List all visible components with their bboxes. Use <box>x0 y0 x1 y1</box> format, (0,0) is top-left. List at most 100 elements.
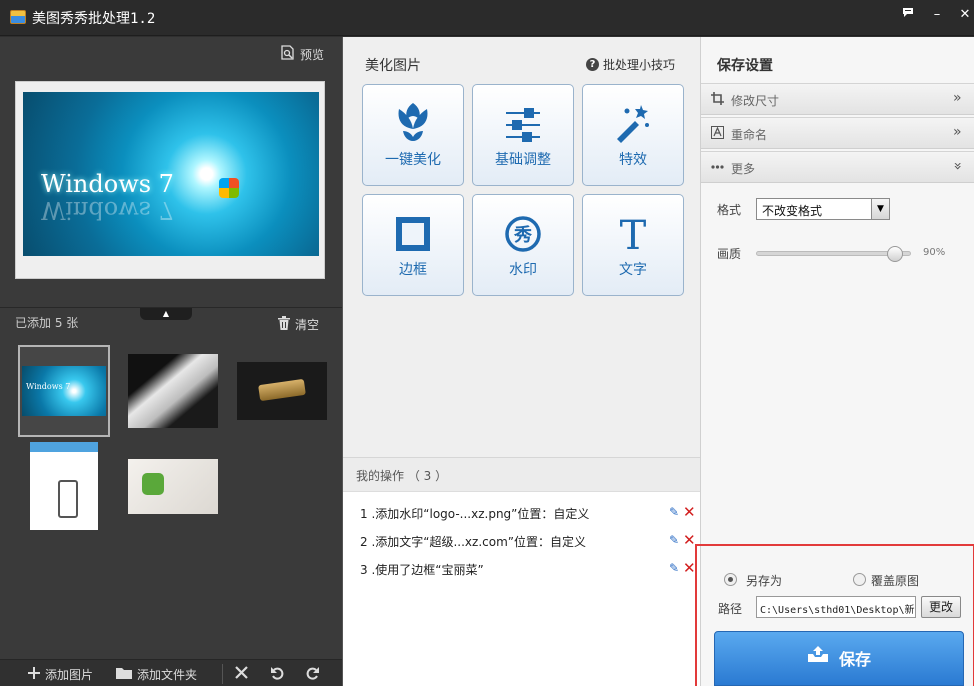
bottom-toolbar: 添加图片 添加文件夹 <box>0 659 342 686</box>
dropdown-arrow-icon: ▼ <box>871 199 889 219</box>
delete-x-icon[interactable]: ✕ <box>683 503 696 521</box>
path-input[interactable]: C:\Users\sthd01\Desktop\新 <box>756 596 916 618</box>
quality-value: 90% <box>923 247 946 258</box>
change-path-button[interactable]: 更改 <box>921 596 961 618</box>
format-label: 格式 <box>717 203 742 217</box>
plus-icon <box>28 667 40 682</box>
operation-text: 1 .添加水印“logo-...xz.png”位置：自定义 <box>360 507 590 521</box>
edit-pencil-icon[interactable]: ✎ <box>669 505 679 519</box>
close-button[interactable]: ✕ <box>954 6 974 24</box>
feedback-icon[interactable] <box>897 6 919 24</box>
save-label: 保存 <box>838 650 871 669</box>
add-folder-button[interactable]: 添加文件夹 <box>116 666 197 683</box>
tool-watermark[interactable]: 秀 水印 <box>472 194 574 296</box>
accordion-more[interactable]: 更多 » <box>701 151 974 183</box>
text-glyph: T <box>620 213 647 253</box>
accordion-rename[interactable]: 重命名 » <box>701 117 974 149</box>
collapse-preview-button[interactable]: ▲ <box>140 308 192 320</box>
chevron-right-icon: » <box>953 124 962 140</box>
add-folder-label: 添加文件夹 <box>137 668 198 682</box>
thumbnail-image <box>237 362 327 420</box>
thumbnail-usb-drive[interactable] <box>236 345 328 437</box>
thumbnail-image <box>128 354 218 428</box>
rotate-right-button[interactable] <box>305 666 320 684</box>
quality-slider[interactable] <box>756 246 911 262</box>
tool-label: 一键美化 <box>385 152 441 168</box>
edit-pencil-icon[interactable]: ✎ <box>669 561 679 575</box>
thumbnail-windows7[interactable]: Windows 7 <box>18 345 110 437</box>
edit-pencil-icon[interactable]: ✎ <box>669 533 679 547</box>
tool-label: 基础调整 <box>495 152 551 168</box>
preview-frame: Windows 7 Windows 7 <box>15 81 325 279</box>
frame-icon <box>363 195 463 253</box>
operation-text: 2 .添加文字“超级...xz.com”位置：自定义 <box>360 535 586 549</box>
operation-row: 2 .添加文字“超级...xz.com”位置：自定义 ✎ ✕ <box>360 531 696 551</box>
thumbnail-image <box>128 458 218 514</box>
folder-icon <box>116 667 132 682</box>
preview-button[interactable]: 预览 <box>281 45 324 63</box>
x-icon <box>235 666 248 682</box>
quality-label: 画质 <box>717 247 742 261</box>
tool-text[interactable]: T 文字 <box>582 194 684 296</box>
tool-label: 特效 <box>619 152 647 168</box>
tool-one-click-beautify[interactable]: 一键美化 <box>362 84 464 186</box>
accordion-label: 重命名 <box>731 128 768 142</box>
app-icon <box>10 10 26 24</box>
accordion-resize[interactable]: 修改尺寸 » <box>701 83 974 115</box>
tool-label: 水印 <box>509 262 537 278</box>
save-button[interactable]: 保存 <box>714 631 964 686</box>
tool-label: 文字 <box>619 262 647 278</box>
rename-icon <box>711 126 725 140</box>
added-count-label: 已添加 5 张 <box>15 316 79 330</box>
preview-image: Windows 7 Windows 7 <box>23 92 319 256</box>
save-tray-icon <box>807 646 829 685</box>
chevron-down-icon: » <box>949 161 966 171</box>
tool-frame[interactable]: 边框 <box>362 194 464 296</box>
thumbnail-webpage[interactable] <box>18 440 110 532</box>
right-panel: 保存设置 修改尺寸 » 重命名 » 更多 » 格式 不改变格式 ▼ 画质 90%… <box>695 37 974 686</box>
rotate-right-icon <box>305 666 320 684</box>
operations-header: 我的操作 （ 3 ） <box>343 458 701 492</box>
delete-x-icon[interactable]: ✕ <box>683 531 696 549</box>
add-image-button[interactable]: 添加图片 <box>28 666 93 683</box>
accordion-label: 修改尺寸 <box>731 94 780 108</box>
thumbnail-image <box>30 442 98 530</box>
overwrite-label: 覆盖原图 <box>871 574 920 588</box>
quality-slider-handle[interactable] <box>886 246 903 262</box>
tool-basic-adjust[interactable]: 基础调整 <box>472 84 574 186</box>
clear-button[interactable]: 清空 <box>278 316 319 333</box>
sliders-icon <box>473 85 573 143</box>
operations-title: 我的操作 （ 3 ） <box>356 469 448 483</box>
thumbnail-text: Windows 7 <box>26 382 71 391</box>
tool-label: 边框 <box>399 262 427 278</box>
thumbnail-image: Windows 7 <box>22 366 106 416</box>
preview-image-reflection: Windows 7 <box>41 196 174 224</box>
delete-x-icon[interactable]: ✕ <box>683 559 696 577</box>
overwrite-radio[interactable] <box>853 573 866 586</box>
rotate-left-button[interactable] <box>270 666 285 684</box>
clear-label: 清空 <box>295 318 320 332</box>
thumbnail-wechat[interactable] <box>127 440 219 532</box>
watermark-icon: 秀 <box>473 195 573 253</box>
windows-logo-icon <box>219 178 239 198</box>
preview-label: 预览 <box>300 47 325 62</box>
text-t-icon: T <box>583 195 683 253</box>
tool-effects[interactable]: 特效 <box>582 84 684 186</box>
beautify-title: 美化图片 <box>365 58 421 74</box>
preview-image-text: Windows 7 <box>41 170 174 198</box>
thumbnail-phone[interactable] <box>127 345 219 437</box>
trash-icon <box>278 316 290 333</box>
tips-link[interactable]: ? 批处理小技巧 <box>586 56 675 73</box>
delete-image-button[interactable] <box>235 666 248 682</box>
save-as-radio[interactable] <box>724 573 737 586</box>
question-icon: ? <box>586 58 599 71</box>
save-settings-title: 保存设置 <box>717 58 773 74</box>
tulip-icon <box>363 85 463 143</box>
minimize-button[interactable]: – <box>926 6 948 24</box>
chevron-right-icon: » <box>953 90 962 106</box>
magic-wand-icon <box>583 85 683 143</box>
middle-panel: 美化图片 ? 批处理小技巧 一键美化 基础调整 特效 边框 秀 水印 T 文字 … <box>342 37 701 686</box>
left-panel: 预览 Windows 7 Windows 7 ▲ 已添加 5 张 清空 Wind… <box>0 37 342 686</box>
operation-row: 3 .使用了边框“宝丽菜” ✎ ✕ <box>360 559 696 579</box>
format-select[interactable]: 不改变格式 ▼ <box>756 198 890 220</box>
